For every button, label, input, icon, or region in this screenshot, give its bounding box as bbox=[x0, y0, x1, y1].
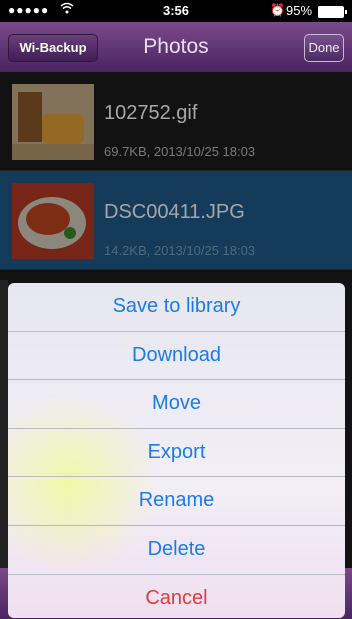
battery-icon bbox=[318, 6, 347, 18]
background-list-edge bbox=[0, 280, 8, 570]
navigation-bar: Wi-Backup Photos Done bbox=[0, 22, 352, 72]
alarm-icon: ⏰ bbox=[270, 3, 285, 17]
status-bar: ●●●●● 3:56 ⏰ 95% bbox=[0, 0, 352, 22]
page-title: Photos bbox=[143, 35, 209, 58]
export-button[interactable]: Export bbox=[8, 429, 345, 478]
download-button[interactable]: Download bbox=[8, 332, 345, 381]
action-sheet: Save to library Download Move Export Ren… bbox=[8, 283, 345, 618]
save-to-library-button[interactable]: Save to library bbox=[8, 283, 345, 332]
rename-button[interactable]: Rename bbox=[8, 477, 345, 526]
battery-percent: 95% bbox=[286, 3, 313, 18]
done-button[interactable]: Done bbox=[304, 34, 344, 62]
delete-button[interactable]: Delete bbox=[8, 526, 345, 575]
move-button[interactable]: Move bbox=[8, 380, 345, 429]
cancel-button[interactable]: Cancel bbox=[8, 575, 345, 618]
